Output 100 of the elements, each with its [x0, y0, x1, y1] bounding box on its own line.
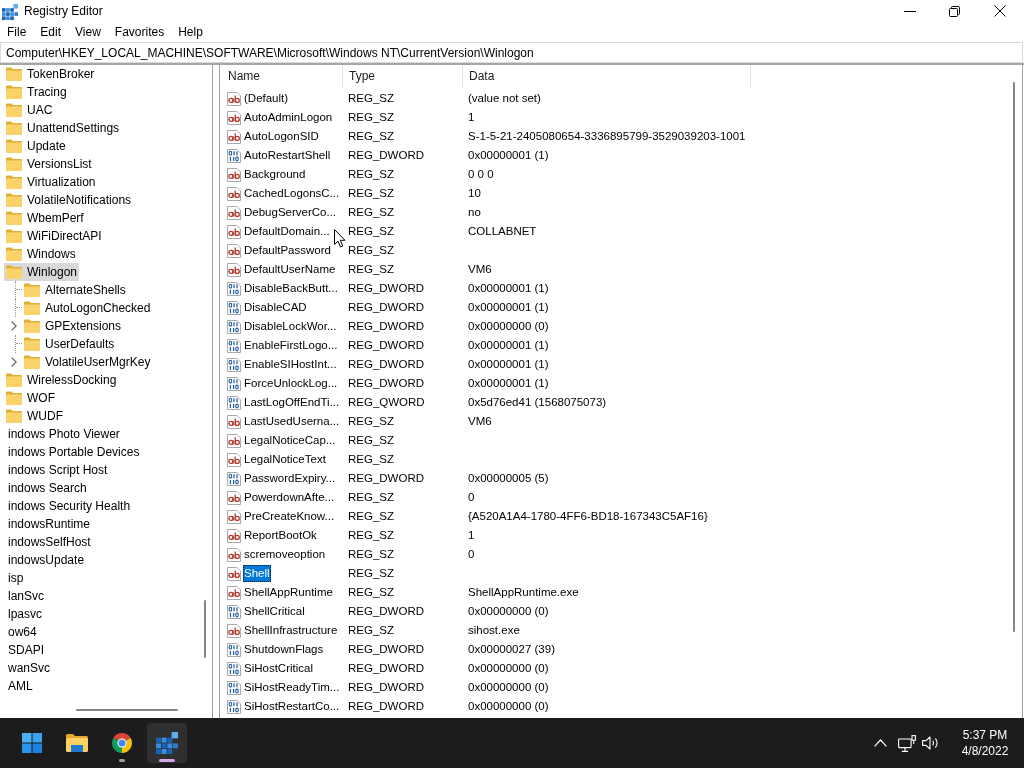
tree-item[interactable]: WiFiDirectAPI	[4, 227, 104, 245]
tree-item[interactable]: WOF	[4, 389, 57, 407]
tree-item[interactable]: AlternateShells	[22, 281, 128, 299]
tree-item[interactable]: indowsRuntime	[6, 515, 93, 533]
value-name[interactable]: AutoLogonSID	[243, 128, 320, 145]
value-name[interactable]: CachedLogonsC...	[243, 185, 341, 202]
value-name[interactable]: ForceUnlockLog...	[243, 375, 339, 392]
tree-item[interactable]: indowsSelfHost	[6, 533, 93, 551]
tree-item[interactable]: isp	[6, 569, 26, 587]
tree-item[interactable]: VersionsList	[4, 155, 94, 173]
value-name[interactable]: (Default)	[243, 90, 290, 107]
taskbar-button[interactable]	[147, 723, 187, 763]
value-name[interactable]: DefaultDomain...	[243, 223, 331, 240]
value-name[interactable]: scremoveoption	[243, 546, 327, 563]
value-name[interactable]: DefaultUserName	[243, 261, 337, 278]
value-name[interactable]: ShellInfrastructure	[243, 622, 339, 639]
scrollbar-thumb[interactable]	[1013, 82, 1015, 632]
value-name[interactable]: DisableCAD	[243, 299, 308, 316]
tree-item[interactable]: lanSvc	[6, 587, 47, 605]
tree-item[interactable]: indows Search	[6, 479, 89, 497]
column-header[interactable]: Type	[342, 65, 462, 87]
value-name[interactable]: DisableBackButt...	[243, 280, 339, 297]
speaker-icon	[922, 736, 940, 750]
chevron-icon[interactable]	[11, 357, 17, 367]
column-header[interactable]: Data	[462, 65, 750, 87]
tree-item[interactable]: WbemPerf	[4, 209, 86, 227]
tree-item[interactable]: Update	[4, 137, 68, 155]
value-name[interactable]: DisableLockWor...	[243, 318, 338, 335]
value-name[interactable]: ShutdownFlags	[243, 641, 325, 658]
value-data: S-1-5-21-2405080654-3336895799-3529039203-1001	[468, 129, 746, 142]
tree-item[interactable]: indows Security Health	[6, 497, 133, 515]
scrollbar-thumb[interactable]	[76, 709, 178, 711]
tree-item[interactable]: indows Portable Devices	[6, 443, 142, 461]
value-name[interactable]: DefaultPassword	[243, 242, 332, 259]
value-name[interactable]: EnableFirstLogo...	[243, 337, 339, 354]
tree-item[interactable]: UnattendSettings	[4, 119, 122, 137]
clock-time[interactable]: 5:37 PM	[962, 727, 1008, 743]
value-type: REG_DWORD	[348, 699, 425, 712]
tree-item[interactable]: WUDF	[4, 407, 65, 425]
tree-item[interactable]: VolatileNotifications	[4, 191, 134, 209]
tree-item[interactable]: AutoLogonChecked	[22, 299, 153, 317]
value-name[interactable]: ShellCritical	[243, 603, 306, 620]
value-name[interactable]: AutoRestartShell	[243, 147, 332, 164]
address-field[interactable]: Computer\HKEY_LOCAL_MACHINE\SOFTWARE\Microsoft\Windows NT\CurrentVersion\Winlogon	[0, 42, 1023, 63]
value-name[interactable]: AutoAdminLogon	[243, 109, 334, 126]
tree-item[interactable]: TokenBroker	[4, 65, 97, 83]
value-name[interactable]: DebugServerCo...	[243, 204, 338, 221]
tree-item[interactable]: Tracing	[4, 83, 69, 101]
value-data: 0x00000001 (1)	[468, 148, 549, 161]
value-name[interactable]: SiHostCritical	[243, 660, 314, 677]
scrollbar-thumb[interactable]	[204, 600, 206, 658]
tree-item[interactable]: lpasvc	[6, 605, 44, 623]
chevron-icon[interactable]	[11, 321, 17, 331]
value-type: REG_DWORD	[348, 300, 425, 313]
string-value-icon	[227, 414, 241, 429]
value-name[interactable]: PasswordExpiry...	[243, 470, 337, 487]
clock-date[interactable]: 4/8/2022	[961, 743, 1009, 759]
tree-item[interactable]: UAC	[4, 101, 55, 119]
value-name[interactable]: Background	[243, 166, 307, 183]
value-name[interactable]: PowerdownAfte...	[243, 489, 336, 506]
value-name[interactable]: LastLogOffEndTi...	[243, 394, 341, 411]
value-name[interactable]: LegalNoticeCap...	[243, 432, 337, 449]
folder-icon	[6, 373, 22, 387]
value-data: COLLABNET	[468, 224, 537, 237]
value-name[interactable]: EnableSIHostInt...	[243, 356, 338, 373]
menu-item[interactable]: Edit	[33, 22, 69, 42]
tree-item[interactable]: Winlogon	[4, 263, 80, 281]
value-name[interactable]: ReportBootOk	[243, 527, 318, 544]
value-type: REG_SZ	[348, 452, 394, 465]
tree-item[interactable]: Windows	[4, 245, 78, 263]
tree-item[interactable]: AML	[6, 677, 35, 695]
tree-item[interactable]: wanSvc	[6, 659, 53, 677]
value-name[interactable]: Shell	[243, 565, 271, 582]
menu-item[interactable]: Help	[171, 22, 210, 42]
value-data: 1	[468, 528, 475, 541]
value-data: 0x00000000 (0)	[468, 661, 549, 674]
tree-item[interactable]: UserDefaults	[22, 335, 117, 353]
tree-item[interactable]: Virtualization	[4, 173, 98, 191]
tree-item[interactable]: indowsUpdate	[6, 551, 87, 569]
string-value-icon	[227, 186, 241, 201]
tree-item[interactable]: GPExtensions	[22, 317, 124, 335]
tree-item[interactable]: indows Photo Viewer	[6, 425, 122, 443]
value-name[interactable]: LastUsedUserna...	[243, 413, 341, 430]
string-value-icon	[227, 224, 241, 239]
value-name[interactable]: ShellAppRuntime	[243, 584, 334, 601]
tree-item[interactable]: indows Script Host	[6, 461, 110, 479]
menu-item[interactable]: View	[68, 22, 108, 42]
value-name[interactable]: PreCreateKnow...	[243, 508, 336, 525]
value-type: REG_SZ	[348, 110, 394, 123]
value-name[interactable]: SiHostRestartCo...	[243, 698, 341, 715]
menu-item[interactable]: File	[0, 22, 34, 42]
string-value-icon	[227, 262, 241, 277]
value-name[interactable]: SiHostReadyTim...	[243, 679, 341, 696]
tree-item[interactable]: WirelessDocking	[4, 371, 119, 389]
tree-item[interactable]: VolatileUserMgrKey	[22, 353, 153, 371]
tree-item[interactable]: SDAPI	[6, 641, 46, 659]
value-name[interactable]: LegalNoticeText	[243, 451, 327, 468]
column-header[interactable]: Name	[220, 65, 342, 87]
menu-item[interactable]: Favorites	[107, 22, 172, 42]
tree-item[interactable]: ow64	[6, 623, 39, 641]
